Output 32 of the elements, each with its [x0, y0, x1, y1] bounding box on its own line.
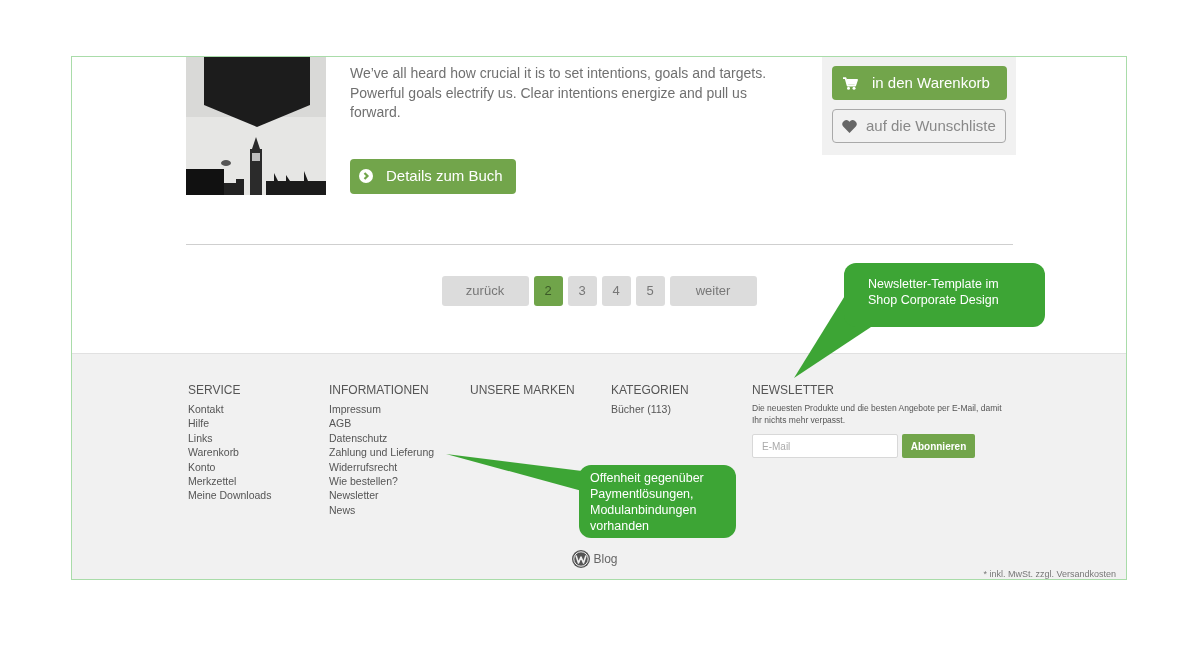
- footer-link[interactable]: Widerrufsrecht: [329, 459, 398, 475]
- shipping-note: * inkl. MwSt. zzgl. Versandkosten: [982, 568, 1117, 579]
- column-heading: SERVICE: [188, 382, 242, 398]
- column-heading: NEWSLETTER: [752, 382, 835, 398]
- blog-logo-icon: [572, 550, 591, 568]
- book-description: We’ve all heard how crucial it is to set intentions, goals and targets. Powerful goals electrify us. Clear intentions energize and pull us forward.: [350, 64, 768, 122]
- column-heading: UNSERE MARKEN: [470, 382, 576, 398]
- blog-link[interactable]: Blog: [572, 550, 626, 568]
- footer-link[interactable]: Warenkorb: [188, 445, 239, 460]
- footer-link[interactable]: AGB: [329, 416, 352, 431]
- chevron-right-icon: [359, 169, 373, 183]
- newsletter-description: Die neuesten Produkte und die besten Angebote per E-Mail, damit Ihr nichts mehr verpasst.: [752, 402, 1002, 426]
- footer-link[interactable]: Hilfe: [188, 416, 209, 431]
- footer-link[interactable]: Konto: [188, 459, 216, 475]
- footer-link[interactable]: Newsletter: [329, 488, 379, 503]
- footer-link[interactable]: Bücher (113): [611, 402, 671, 417]
- column-heading: INFORMATIONEN: [329, 382, 430, 398]
- callout-bubble: Newsletter-Template im Shop Corporate Design: [844, 263, 1045, 327]
- footer-link[interactable]: News: [329, 502, 356, 518]
- footer-link[interactable]: Merkzettel: [188, 474, 237, 489]
- footer-link[interactable]: Links: [188, 430, 213, 446]
- footer-link[interactable]: Zahlung und Lieferung: [329, 445, 435, 460]
- callout-bubble: Offenheit gegenüber Paymentlösungen, Modulanbindungen vorhanden: [579, 465, 736, 538]
- email-field[interactable]: E-Mail: [752, 434, 898, 458]
- footer-link[interactable]: Kontakt: [188, 402, 224, 417]
- footer-link[interactable]: Impressum: [329, 402, 381, 417]
- cart-icon: [843, 76, 858, 90]
- footer-link[interactable]: Wie bestellen?: [329, 474, 398, 489]
- column-heading: KATEGORIEN: [611, 382, 690, 398]
- footer-link[interactable]: Datenschutz: [329, 430, 388, 446]
- heart-icon: [842, 119, 857, 133]
- footer-link[interactable]: Meine Downloads: [188, 488, 272, 503]
